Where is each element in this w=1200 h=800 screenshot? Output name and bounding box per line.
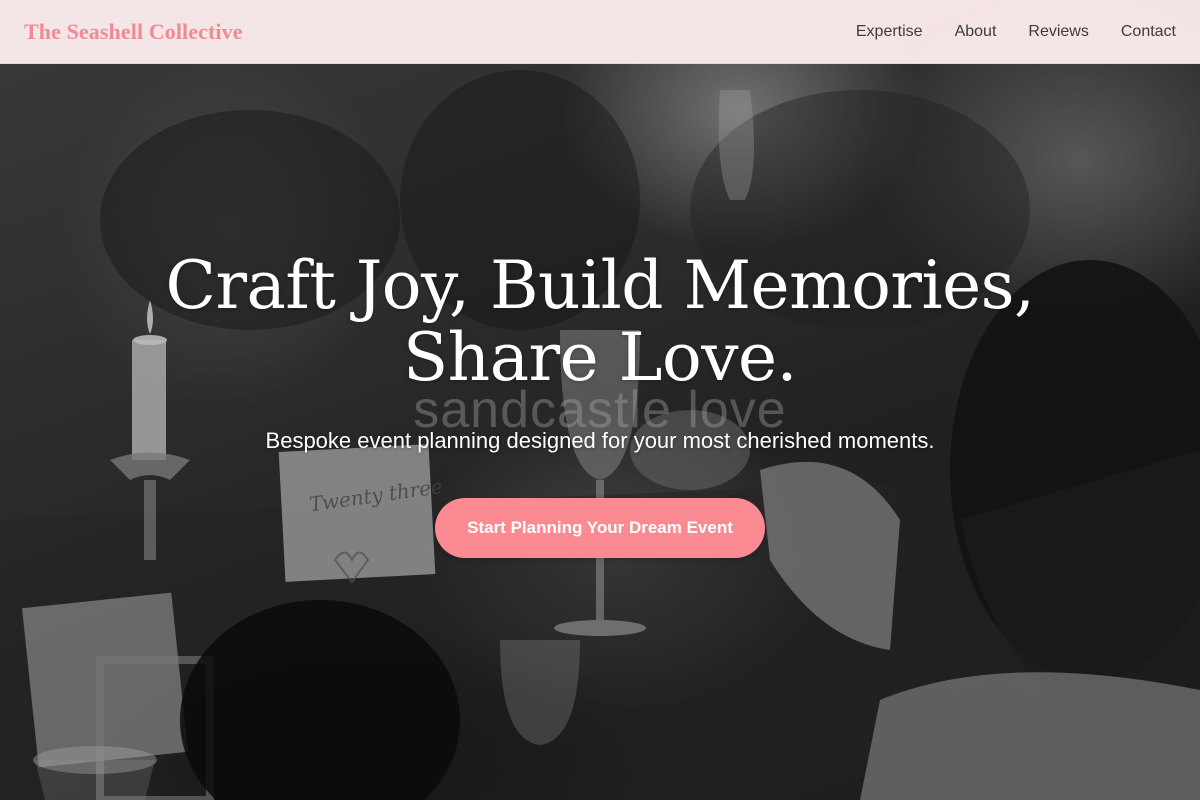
brand-logo[interactable]: The Seashell Collective: [24, 19, 243, 45]
headline-line-2: Share Love.: [402, 319, 798, 396]
hero-subtitle: Bespoke event planning designed for your…: [265, 428, 935, 453]
nav-link-about[interactable]: About: [955, 23, 997, 41]
hero-headline: Craft Joy, Build Memories, Share Love.: [0, 250, 1200, 394]
hero-section: Craft Joy, Build Memories, Share Love. B…: [0, 250, 1200, 558]
top-navbar: The Seashell Collective Expertise About …: [0, 0, 1200, 64]
headline-line-1: Craft Joy, Build Memories,: [165, 247, 1035, 324]
nav-link-reviews[interactable]: Reviews: [1028, 23, 1088, 41]
start-planning-button[interactable]: Start Planning Your Dream Event: [435, 498, 765, 558]
nav-links: Expertise About Reviews Contact: [824, 23, 1176, 41]
nav-link-expertise[interactable]: Expertise: [856, 23, 923, 41]
nav-link-contact[interactable]: Contact: [1121, 23, 1176, 41]
